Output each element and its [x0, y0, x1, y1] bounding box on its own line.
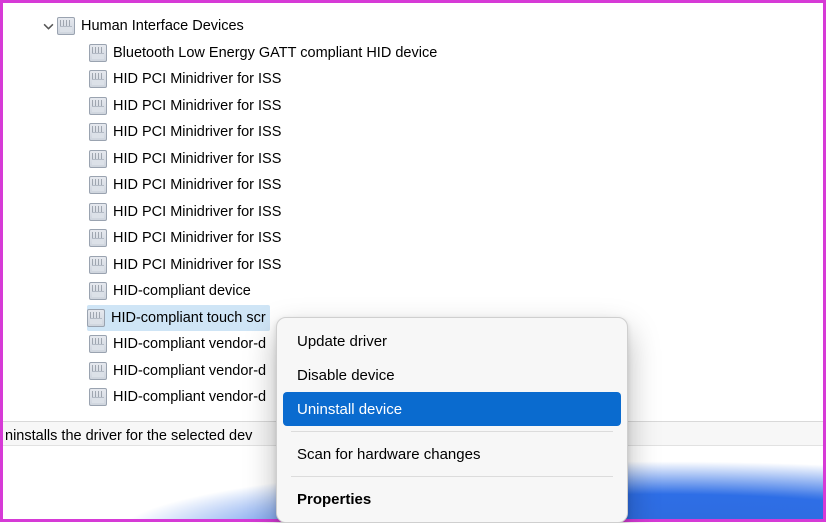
hid-category-icon [57, 17, 75, 35]
device-label: HID PCI Minidriver for ISS [113, 71, 281, 87]
hid-device-icon [87, 309, 105, 327]
hid-device-icon [89, 150, 107, 168]
device-label: HID PCI Minidriver for ISS [113, 230, 281, 246]
device-row[interactable]: HID PCI Minidriver for ISS [7, 172, 823, 199]
device-row[interactable]: HID PCI Minidriver for ISS [7, 199, 823, 226]
ctx-disable-device[interactable]: Disable device [283, 358, 621, 392]
ctx-item-label: Scan for hardware changes [297, 446, 480, 463]
ctx-separator [291, 476, 613, 477]
device-row[interactable]: HID PCI Minidriver for ISS [7, 252, 823, 279]
device-label: HID PCI Minidriver for ISS [113, 257, 281, 273]
hid-device-icon [89, 335, 107, 353]
hid-device-icon [89, 176, 107, 194]
device-label: HID PCI Minidriver for ISS [113, 124, 281, 140]
device-label: HID-compliant vendor-d [113, 363, 266, 379]
device-row[interactable]: HID PCI Minidriver for ISS [7, 66, 823, 93]
hid-device-icon [89, 282, 107, 300]
hid-device-icon [89, 362, 107, 380]
ctx-scan-hardware[interactable]: Scan for hardware changes [283, 437, 621, 471]
hid-device-icon [89, 44, 107, 62]
hid-device-icon [89, 256, 107, 274]
device-label: HID-compliant device [113, 283, 251, 299]
hid-device-icon [89, 229, 107, 247]
device-label: HID PCI Minidriver for ISS [113, 98, 281, 114]
hid-device-icon [89, 70, 107, 88]
ctx-properties[interactable]: Properties [283, 482, 621, 516]
ctx-separator [291, 431, 613, 432]
hid-device-icon [89, 388, 107, 406]
device-row[interactable]: HID PCI Minidriver for ISS [7, 119, 823, 146]
device-row[interactable]: HID-compliant device [7, 278, 823, 305]
device-label: Bluetooth Low Energy GATT compliant HID … [113, 45, 437, 61]
device-label: HID PCI Minidriver for ISS [113, 177, 281, 193]
hid-device-icon [89, 203, 107, 221]
category-label: Human Interface Devices [81, 18, 244, 34]
status-text: ninstalls the driver for the selected de… [5, 428, 252, 444]
context-menu[interactable]: Update driver Disable device Uninstall d… [276, 317, 628, 523]
device-label: HID PCI Minidriver for ISS [113, 151, 281, 167]
ctx-item-label: Update driver [297, 333, 387, 350]
ctx-item-label: Disable device [297, 367, 395, 384]
ctx-uninstall-device[interactable]: Uninstall device [283, 392, 621, 426]
hid-device-icon [89, 123, 107, 141]
device-label: HID-compliant touch scr [111, 310, 266, 326]
device-row[interactable]: HID PCI Minidriver for ISS [7, 93, 823, 120]
hid-device-icon [89, 97, 107, 115]
category-row-hid[interactable]: Human Interface Devices [7, 13, 823, 40]
ctx-update-driver[interactable]: Update driver [283, 324, 621, 358]
device-row[interactable]: HID PCI Minidriver for ISS [7, 225, 823, 252]
chevron-down-icon[interactable] [41, 19, 55, 33]
device-row[interactable]: Bluetooth Low Energy GATT compliant HID … [7, 40, 823, 67]
device-row[interactable]: HID PCI Minidriver for ISS [7, 146, 823, 173]
ctx-item-label: Uninstall device [297, 401, 402, 418]
device-label: HID-compliant vendor-d [113, 389, 266, 405]
device-label: HID-compliant vendor-d [113, 336, 266, 352]
device-label: HID PCI Minidriver for ISS [113, 204, 281, 220]
ctx-item-label: Properties [297, 491, 371, 508]
